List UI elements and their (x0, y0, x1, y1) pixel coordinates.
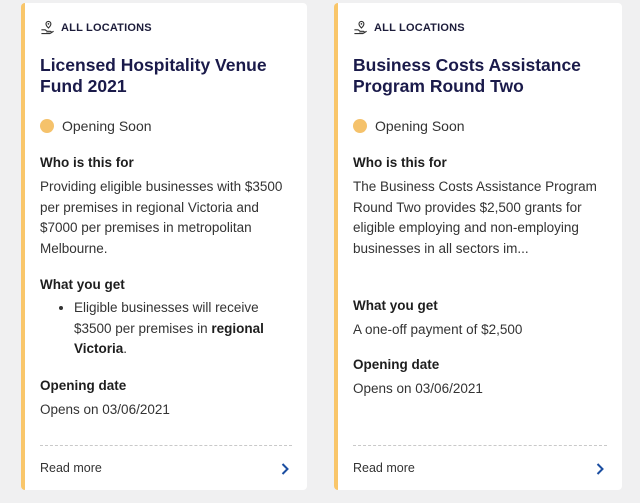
opening-date-text: Opens on 03/06/2021 (353, 381, 483, 396)
opening-date-heading: Opening date (40, 378, 127, 393)
opening-date-heading: Opening date (353, 357, 440, 372)
who-heading: Who is this for (353, 155, 447, 170)
location-tag: ALL LOCATIONS (40, 20, 152, 35)
status-badge: Opening Soon (353, 118, 465, 134)
who-text: The Business Costs Assistance Program Ro… (353, 179, 597, 257)
get-heading: What you get (40, 277, 125, 292)
list-item: Eligible businesses will receive $3500 p… (74, 298, 292, 360)
read-more-link[interactable]: Read more (353, 461, 415, 475)
chevron-right-icon[interactable] (278, 462, 292, 476)
grant-card-business-costs[interactable]: ALL LOCATIONS Business Costs Assistance … (334, 3, 622, 490)
who-text: Providing eligible businesses with $3500… (40, 179, 283, 257)
status-badge: Opening Soon (40, 118, 152, 134)
location-label: ALL LOCATIONS (61, 21, 152, 34)
get-list: Eligible businesses will receive $3500 p… (40, 298, 292, 360)
read-more-link[interactable]: Read more (40, 461, 102, 475)
status-dot-icon (40, 119, 54, 133)
opening-date-text: Opens on 03/06/2021 (40, 402, 170, 417)
divider (40, 445, 292, 446)
chevron-right-icon[interactable] (593, 462, 607, 476)
get-text: A one-off payment of $2,500 (353, 322, 523, 337)
status-label: Opening Soon (62, 118, 152, 134)
status-dot-icon (353, 119, 367, 133)
card-title[interactable]: Licensed Hospitality Venue Fund 2021 (40, 55, 292, 97)
location-pin-icon (354, 20, 367, 35)
status-label: Opening Soon (375, 118, 465, 134)
get-heading: What you get (353, 298, 438, 313)
location-label: ALL LOCATIONS (374, 21, 465, 34)
who-heading: Who is this for (40, 155, 134, 170)
divider (353, 445, 607, 446)
location-tag: ALL LOCATIONS (353, 20, 465, 35)
card-title[interactable]: Business Costs Assistance Program Round … (353, 55, 607, 97)
grant-card-hospitality[interactable]: ALL LOCATIONS Licensed Hospitality Venue… (21, 3, 307, 490)
location-pin-icon (41, 20, 54, 35)
